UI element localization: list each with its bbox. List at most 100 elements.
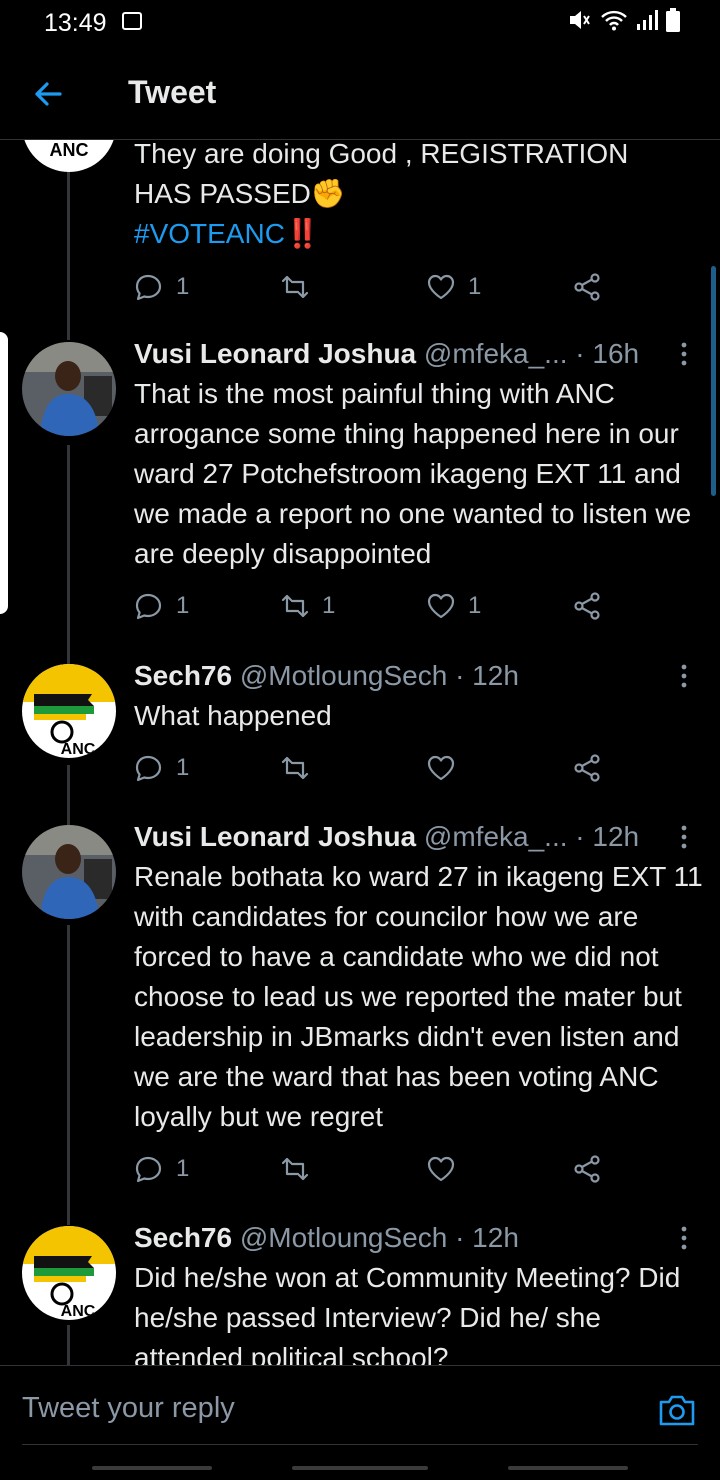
author-name[interactable]: Sech76 [134,660,232,691]
page-title: Tweet [128,74,217,110]
like-button[interactable] [426,1149,468,1189]
gallery-icon [122,12,142,30]
retweet-icon [281,1157,309,1181]
reply-icon [135,1156,162,1183]
anc-logo-icon: ANC [22,140,116,172]
reply-bar [0,1365,720,1480]
tweet-text: That is the most painful thing with ANC … [134,378,692,569]
heart-icon [427,274,455,300]
nav-hint [292,1466,428,1470]
heart-icon [427,1156,455,1182]
more-icon[interactable] [676,1224,692,1252]
tweet-text: Did he/she won at Community Meeting? Did… [134,1262,681,1365]
like-button[interactable]: 1 [426,267,481,307]
edge-panel-handle[interactable] [0,332,8,614]
share-icon [574,592,600,620]
svg-text:ANC: ANC [61,1303,96,1320]
wifi-icon [601,10,627,31]
retweet-icon [281,275,309,299]
avatar[interactable] [22,825,116,919]
tweet-time: · 12h [575,821,640,852]
reply-button[interactable]: 1 [134,1149,189,1189]
share-icon [574,1155,600,1183]
status-bar: 13:49 [0,0,720,48]
reply-icon [135,755,162,782]
anc-logo-icon: ANC [22,664,116,758]
user-photo-icon [22,342,116,436]
tweet-header: Sech76 @MotloungSech · 12h [134,656,519,696]
tweet-time: · 12h [455,660,519,691]
share-button[interactable] [572,267,602,307]
author-name[interactable]: Vusi Leonard Joshua [134,821,416,852]
tweet-text: Renale bothata ko ward 27 in ikageng EXT… [134,861,703,1132]
svg-text:ANC: ANC [61,741,96,758]
signal-icon [637,10,658,30]
share-button[interactable] [572,748,602,788]
user-photo-icon [22,825,116,919]
share-icon [574,273,600,301]
like-count: 1 [468,592,482,619]
tweet-time: · 16h [575,338,640,369]
author-name[interactable]: Vusi Leonard Joshua [134,338,416,369]
author-handle[interactable]: @mfeka_... [424,338,568,369]
arrow-left-icon[interactable] [30,76,66,112]
camera-icon[interactable] [657,1392,697,1428]
svg-text:ANC: ANC [50,140,89,160]
share-icon [574,754,600,782]
retweet-icon [281,594,309,618]
mute-icon [570,11,590,29]
like-button[interactable]: 1 [426,586,481,626]
avatar[interactable] [22,342,116,436]
author-handle[interactable]: @MotloungSech [240,660,447,691]
thread-line [67,765,70,825]
author-handle[interactable]: @MotloungSech [240,1222,447,1253]
like-button[interactable] [426,748,468,788]
retweet-button[interactable] [280,748,322,788]
tweet-header: Vusi Leonard Joshua @mfeka_... · 12h [134,817,639,857]
thread-line [67,1325,70,1365]
reply-icon [135,274,162,301]
avatar[interactable]: ANC [22,1226,116,1320]
nav-hint [92,1466,212,1470]
author-name[interactable]: Sech76 [134,1222,232,1253]
author-handle[interactable]: @mfeka_... [424,821,568,852]
reply-button[interactable]: 1 [134,748,189,788]
tweet-text: They are doing Good , REGISTRATION HAS P… [134,140,629,249]
more-icon[interactable] [676,823,692,851]
reply-input[interactable] [22,1392,622,1425]
like-count: 1 [468,273,482,300]
more-icon[interactable] [676,662,692,690]
tweet-header: Sech76 @MotloungSech · 12h [134,1218,519,1258]
tweet-time: · 12h [455,1222,519,1253]
status-icons [568,8,680,32]
retweet-button[interactable] [280,267,322,307]
reply-button[interactable]: 1 [134,586,189,626]
tweet-actions: 1 1 [134,267,704,307]
status-time: 13:49 [44,9,107,37]
tweet-thread[interactable]: ANC They are doing Good , REGISTRATION H… [0,140,720,1365]
reply-count: 1 [176,1155,190,1182]
share-button[interactable] [572,1149,602,1189]
more-icon[interactable] [676,340,692,368]
scrollbar[interactable] [711,266,716,496]
reply-icon [135,593,162,620]
reply-button[interactable]: 1 [134,267,189,307]
heart-icon [427,755,455,781]
tweet-header: Vusi Leonard Joshua @mfeka_... · 16h [134,334,639,374]
nav-hint [508,1466,628,1470]
battery-icon [666,8,680,32]
retweet-button[interactable] [280,1149,322,1189]
retweet-icon [281,756,309,780]
avatar[interactable]: ANC [22,140,116,172]
retweet-count: 1 [322,592,336,619]
avatar[interactable]: ANC [22,664,116,758]
divider [22,1444,698,1445]
reply-count: 1 [176,754,190,781]
heart-icon [427,593,455,619]
retweet-button[interactable]: 1 [280,586,335,626]
tweet-text: What happened [134,700,332,731]
share-button[interactable] [572,586,602,626]
reply-count: 1 [176,273,190,300]
thread-line [67,445,70,667]
hashtag-link[interactable]: #VOTEANC [134,218,285,249]
